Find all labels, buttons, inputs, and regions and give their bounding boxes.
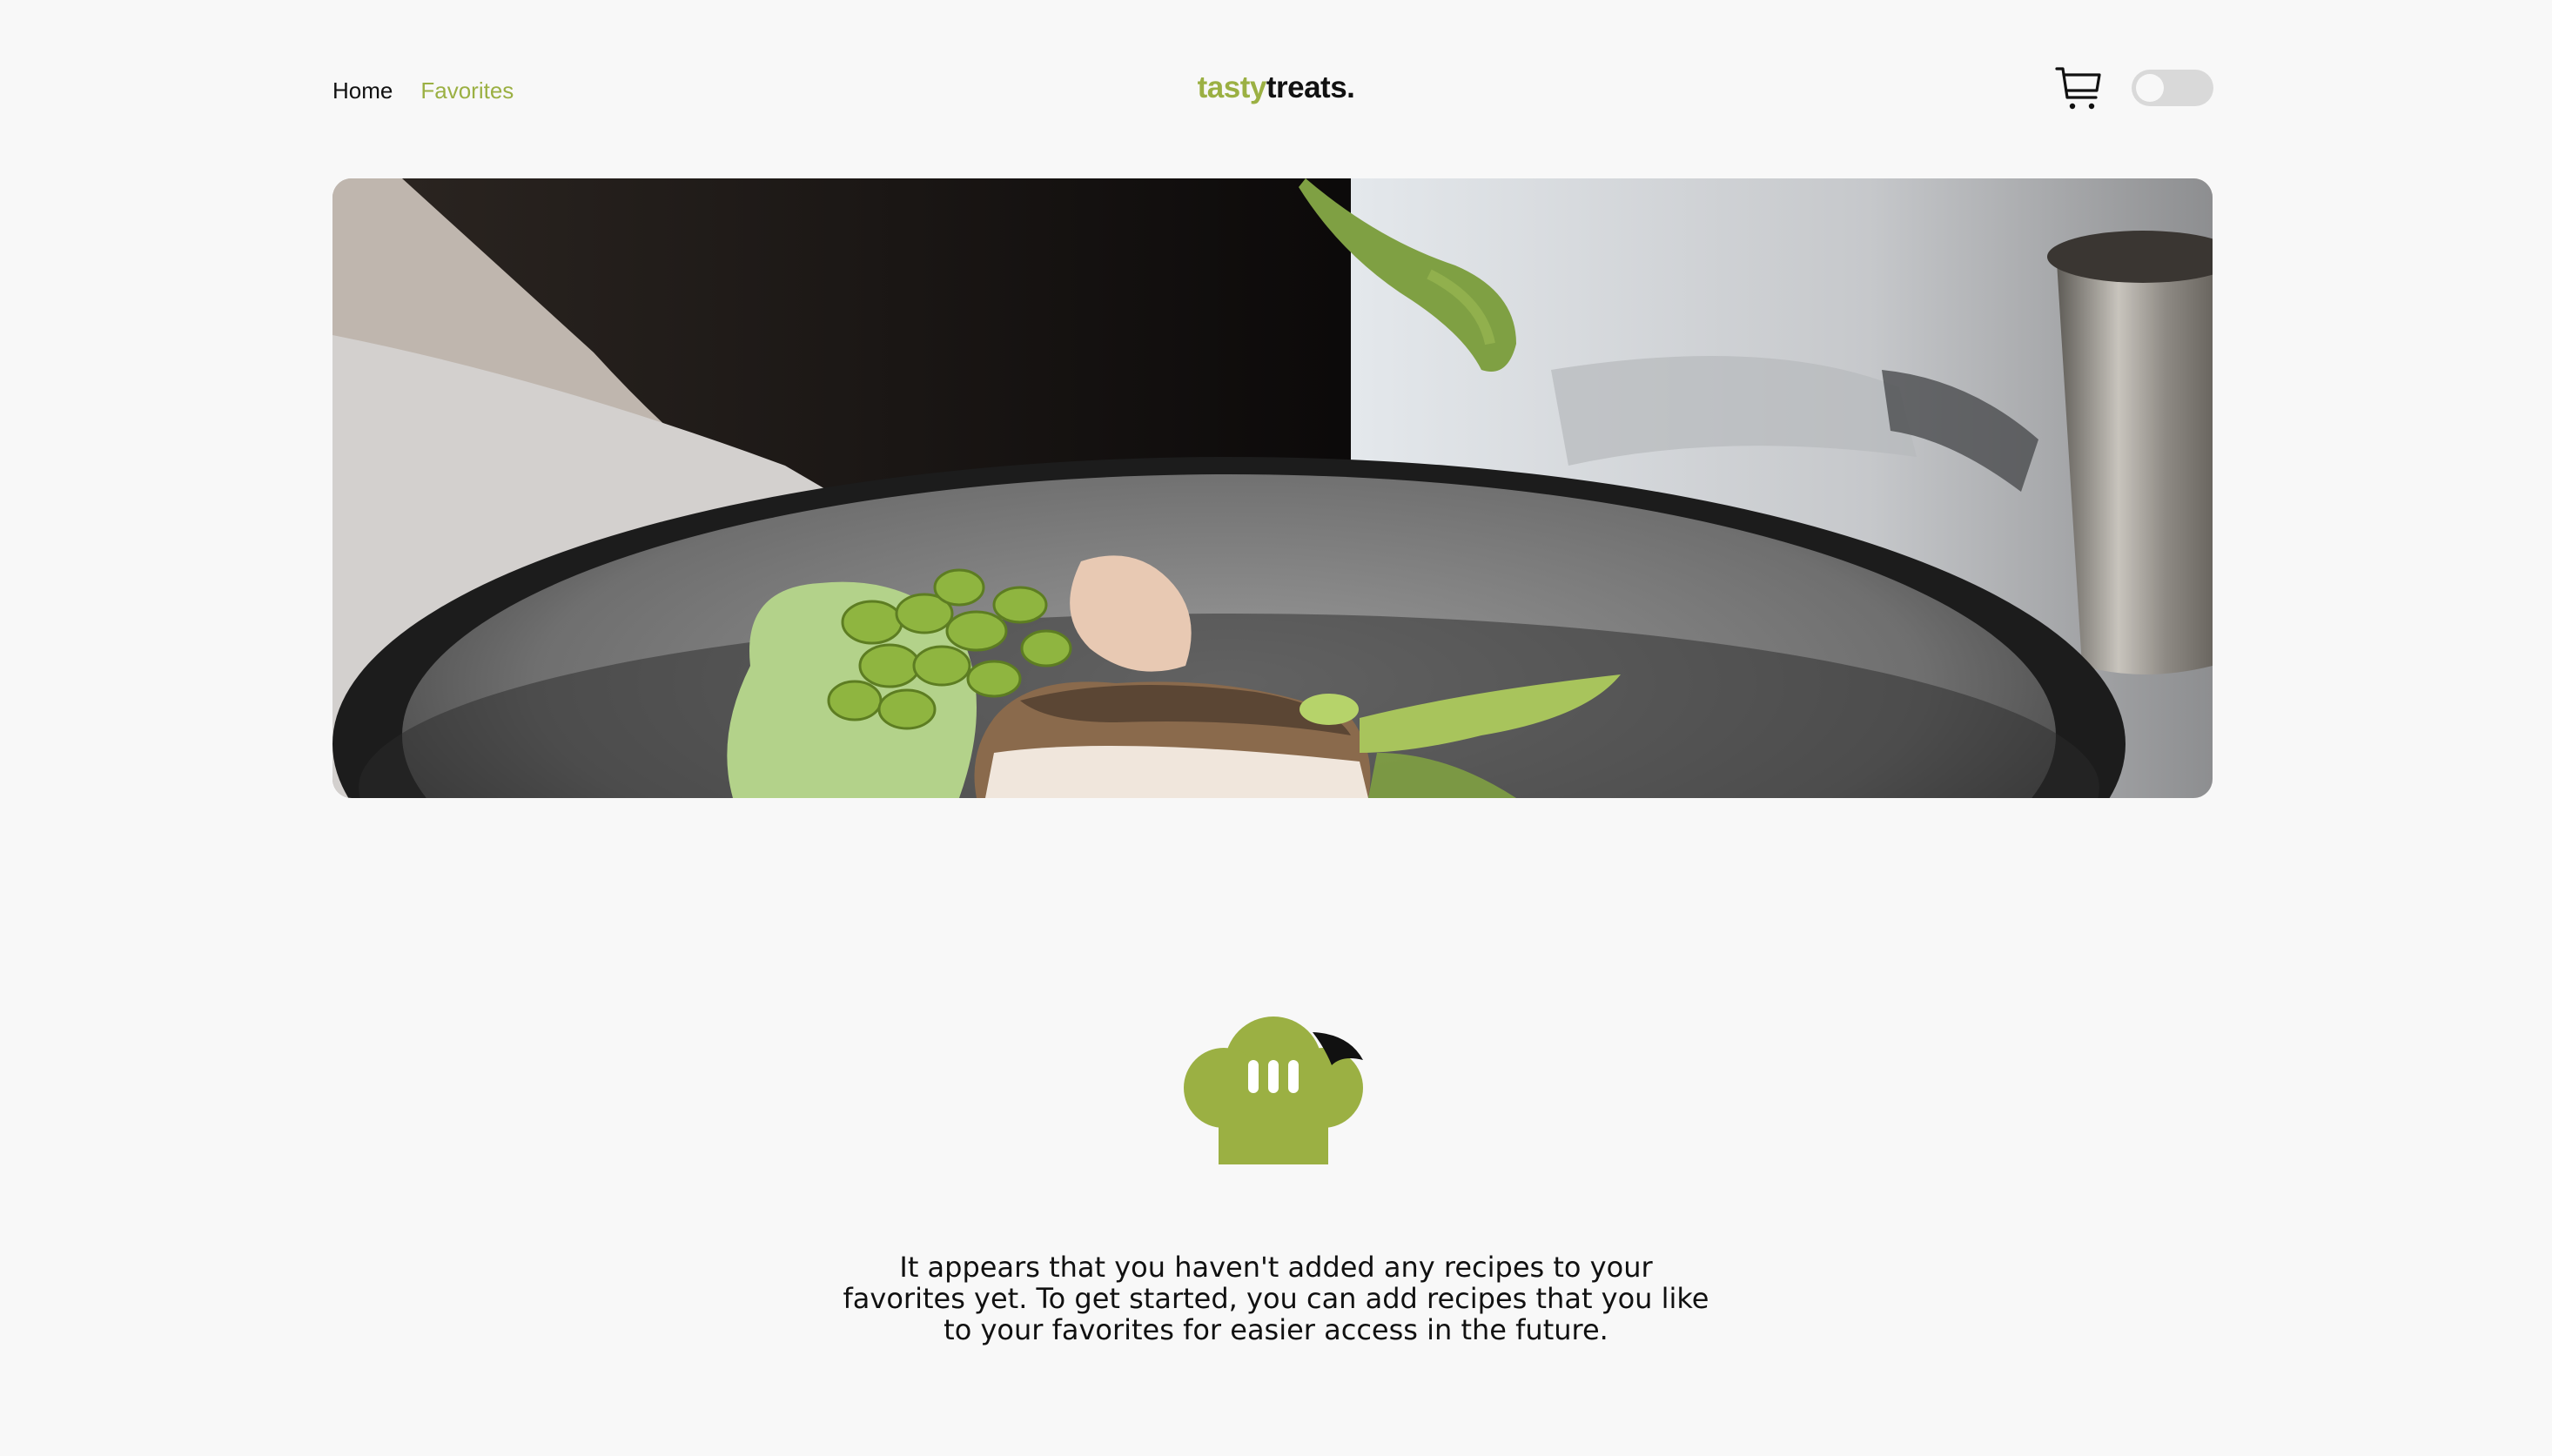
empty-favorites-message: It appears that you haven't added any re… [843,1251,1709,1346]
empty-state-icon [1184,1017,1363,1164]
brand-logo-part-treats: treats. [1266,70,1355,104]
theme-toggle-knob [2136,74,2164,102]
site-header: Home Favorites tastytreats. [0,0,2552,178]
cart-button[interactable] [2054,64,2103,113]
cart-icon [2055,67,2101,110]
theme-toggle[interactable] [2132,70,2213,106]
brand-logo-part-tasty: tasty [1197,70,1267,104]
chef-hat-icon [1184,1017,1363,1164]
hero-image [332,178,2213,798]
